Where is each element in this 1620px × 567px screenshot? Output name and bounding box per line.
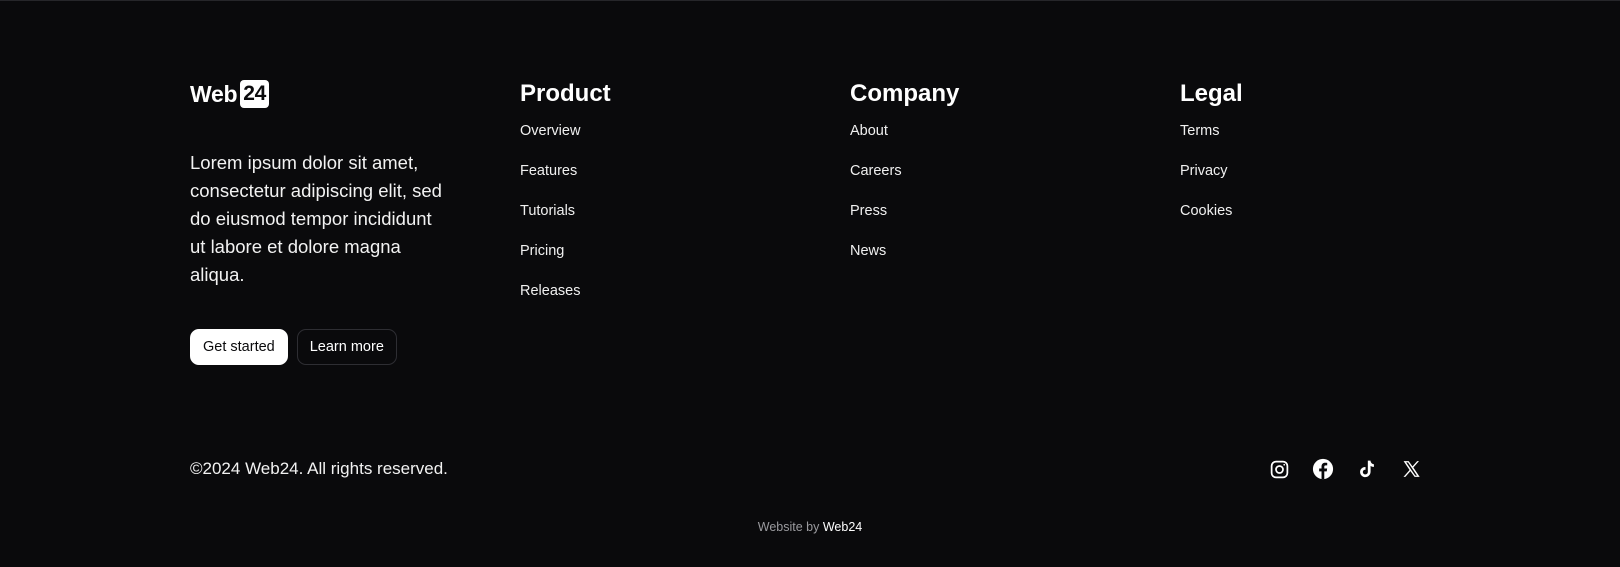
brand-column: Web 24 Lorem ipsum dolor sit amet, conse… [190, 79, 520, 365]
link-overview[interactable]: Overview [520, 121, 850, 161]
site-credit: Website by Web24 [0, 520, 1620, 534]
link-tutorials[interactable]: Tutorials [520, 201, 850, 241]
footer-bottom: ©2024 Web24. All rights reserved. [190, 454, 1422, 484]
site-footer: Web 24 Lorem ipsum dolor sit amet, conse… [0, 0, 1620, 567]
link-careers[interactable]: Careers [850, 161, 1180, 201]
learn-more-button[interactable]: Learn more [296, 329, 397, 365]
footer-top: Web 24 Lorem ipsum dolor sit amet, conse… [190, 79, 1430, 365]
product-links: Overview Features Tutorials Pricing Rele… [520, 121, 850, 321]
company-column: Company About Careers Press News [850, 79, 1180, 365]
link-pricing[interactable]: Pricing [520, 241, 850, 281]
credit-prefix: Website by [757, 520, 820, 534]
footer-blurb: Lorem ipsum dolor sit amet, consectetur … [190, 152, 442, 285]
logo-badge: 24 [240, 80, 269, 108]
link-news[interactable]: News [850, 241, 1180, 281]
cta-buttons: Get started Learn more [190, 329, 520, 365]
instagram-icon[interactable] [1268, 458, 1290, 480]
logo-text: Web [190, 80, 238, 107]
link-cookies[interactable]: Cookies [1180, 201, 1430, 241]
product-column: Product Overview Features Tutorials Pric… [520, 79, 850, 365]
legal-links: Terms Privacy Cookies [1180, 121, 1430, 241]
link-releases[interactable]: Releases [520, 281, 850, 321]
logo[interactable]: Web 24 [190, 79, 520, 109]
link-features[interactable]: Features [520, 161, 850, 201]
copyright-text: ©2024 Web24. All rights reserved. [190, 459, 448, 478]
company-heading: Company [850, 80, 960, 107]
legal-column: Legal Terms Privacy Cookies [1180, 79, 1430, 365]
x-icon[interactable] [1400, 458, 1422, 480]
product-heading: Product [520, 80, 611, 107]
tiktok-icon[interactable] [1356, 458, 1378, 480]
link-about[interactable]: About [850, 121, 1180, 161]
link-press[interactable]: Press [850, 201, 1180, 241]
social-links [1268, 458, 1422, 480]
company-links: About Careers Press News [850, 121, 1180, 281]
link-terms[interactable]: Terms [1180, 121, 1430, 161]
facebook-icon[interactable] [1312, 458, 1334, 480]
link-privacy[interactable]: Privacy [1180, 161, 1430, 201]
legal-heading: Legal [1180, 80, 1243, 107]
get-started-button[interactable]: Get started [190, 329, 288, 365]
credit-link[interactable]: Web24 [823, 520, 862, 534]
